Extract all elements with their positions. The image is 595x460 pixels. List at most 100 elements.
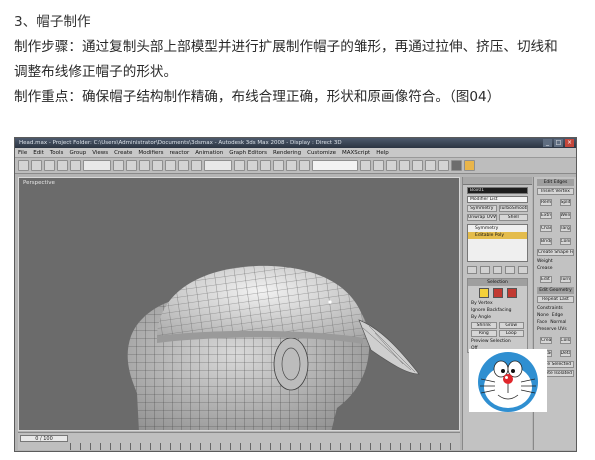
shell-button[interactable]: Shell — [498, 214, 528, 221]
constraint-face-radio[interactable]: Face — [534, 319, 547, 326]
spinner-snap-icon[interactable] — [299, 160, 310, 171]
menu-modifiers[interactable]: Modifiers — [135, 148, 166, 157]
crease-spinner[interactable]: Crease — [534, 265, 576, 272]
viewport-label[interactable]: Perspective — [23, 180, 55, 186]
time-slider[interactable]: 0 / 100 — [18, 432, 460, 450]
ring-button[interactable]: Ring — [471, 330, 497, 337]
menu-customize[interactable]: Customize — [304, 148, 339, 157]
create-shape-button[interactable]: Create Shape From Selection — [537, 249, 574, 256]
perspective-viewport[interactable]: Perspective — [18, 177, 460, 431]
ignore-backfacing-checkbox[interactable]: Ignore Backfacing — [468, 307, 527, 314]
window-crossing-icon[interactable] — [152, 160, 163, 171]
detach-button[interactable]: Detach — [559, 350, 571, 357]
close-button[interactable]: × — [565, 139, 574, 147]
link-icon[interactable] — [44, 160, 55, 171]
constraint-edge-radio[interactable]: Edge — [549, 312, 563, 319]
edit-tri-button[interactable]: Edit Tri. — [540, 276, 552, 283]
preserve-uvs-checkbox[interactable]: Preserve UVs — [534, 326, 576, 333]
edit-edges-rollout-title[interactable]: Edit Edges — [537, 179, 574, 186]
undo-icon[interactable] — [18, 160, 29, 171]
weight-spinner[interactable]: Weight — [534, 258, 576, 265]
target-weld-button[interactable]: Target Weld — [559, 225, 571, 232]
symmetry-button[interactable]: Symmetry — [467, 205, 497, 212]
select-by-name-icon[interactable] — [126, 160, 137, 171]
unlink-icon[interactable] — [57, 160, 68, 171]
align-icon[interactable] — [373, 160, 384, 171]
modifier-list-dropdown[interactable]: Modifier List — [467, 196, 528, 203]
create-button[interactable]: Create — [540, 337, 552, 344]
menu-views[interactable]: Views — [89, 148, 111, 157]
pin-stack-icon[interactable] — [467, 266, 477, 274]
chamfer-button[interactable]: Chamfer — [540, 225, 552, 232]
stack-item-symmetry[interactable]: Symmetry — [468, 225, 527, 232]
collapse-button[interactable]: Collapse — [559, 337, 571, 344]
minimize-button[interactable]: _ — [543, 139, 552, 147]
layer-manager-icon[interactable] — [386, 160, 397, 171]
material-editor-icon[interactable] — [425, 160, 436, 171]
menu-file[interactable]: File — [15, 148, 30, 157]
unwrap-uvw-button[interactable]: Unwrap UVW — [467, 214, 497, 221]
selection-region-icon[interactable] — [139, 160, 150, 171]
shrink-button[interactable]: Shrink — [471, 322, 497, 329]
menu-group[interactable]: Group — [66, 148, 89, 157]
selection-filter-dropdown[interactable] — [83, 160, 111, 171]
turbosmooth-button[interactable]: TurboSmooth — [498, 205, 528, 212]
snap-toggle-icon[interactable] — [260, 160, 271, 171]
grow-button[interactable]: Grow — [498, 322, 524, 329]
manipulate-icon[interactable] — [247, 160, 258, 171]
insert-vertex-button[interactable]: Insert Vertex — [537, 188, 574, 195]
render-setup-icon[interactable] — [438, 160, 449, 171]
stack-item-editable-poly[interactable]: Editable Poly — [468, 232, 527, 239]
connect-button[interactable]: Connect — [559, 238, 571, 245]
menu-animation[interactable]: Animation — [192, 148, 226, 157]
command-panel-tabs[interactable] — [463, 177, 532, 185]
percent-snap-icon[interactable] — [286, 160, 297, 171]
remove-modifier-icon[interactable] — [505, 266, 516, 274]
selection-rollout-title[interactable]: Selection — [468, 279, 527, 286]
by-angle-checkbox[interactable]: By Angle — [468, 314, 527, 321]
turn-button[interactable]: Turn — [559, 276, 571, 283]
move-icon[interactable] — [165, 160, 176, 171]
schematic-view-icon[interactable] — [412, 160, 423, 171]
time-slider-thumb[interactable]: 0 / 100 — [20, 435, 68, 442]
modifier-stack[interactable]: Symmetry Editable Poly — [467, 224, 528, 262]
make-unique-icon[interactable] — [492, 266, 503, 274]
weld-button[interactable]: Weld — [559, 212, 571, 219]
menu-maxscript[interactable]: MAXScript — [339, 148, 373, 157]
named-selection-set-field[interactable] — [312, 160, 358, 171]
quick-render-icon[interactable] — [464, 160, 475, 171]
reference-coordinate-dropdown[interactable] — [204, 160, 232, 171]
menu-reactor[interactable]: reactor — [167, 148, 193, 157]
redo-icon[interactable] — [31, 160, 42, 171]
constraint-normal-radio[interactable]: Normal — [547, 319, 566, 326]
object-name-field[interactable]: Box01 — [467, 187, 528, 194]
split-button[interactable]: Split — [559, 199, 571, 206]
menu-help[interactable]: Help — [373, 148, 392, 157]
configure-sets-icon[interactable] — [518, 266, 528, 274]
mirror-icon[interactable] — [360, 160, 371, 171]
loop-button[interactable]: Loop — [498, 330, 524, 337]
extrude-button[interactable]: Extrude — [540, 212, 552, 219]
edge-mode-icon[interactable] — [478, 288, 489, 298]
scale-icon[interactable] — [191, 160, 202, 171]
menu-rendering[interactable]: Rendering — [270, 148, 304, 157]
angle-snap-icon[interactable] — [273, 160, 284, 171]
repeat-last-button[interactable]: Repeat Last — [537, 296, 574, 303]
render-frame-icon[interactable] — [451, 160, 462, 171]
constraint-none-radio[interactable]: None — [534, 312, 549, 319]
menu-graph-editors[interactable]: Graph Editors — [226, 148, 270, 157]
bridge-button[interactable]: Bridge — [540, 238, 552, 245]
select-object-icon[interactable] — [113, 160, 124, 171]
rotate-icon[interactable] — [178, 160, 189, 171]
curve-editor-icon[interactable] — [399, 160, 410, 171]
track-bar[interactable] — [70, 443, 456, 450]
menu-create[interactable]: Create — [111, 148, 135, 157]
show-end-result-icon[interactable] — [479, 266, 490, 274]
element-mode-icon[interactable] — [506, 288, 517, 298]
maximize-button[interactable]: □ — [554, 139, 563, 147]
edit-geometry-rollout-title[interactable]: Edit Geometry — [537, 287, 574, 294]
menu-edit[interactable]: Edit — [30, 148, 47, 157]
menu-tools[interactable]: Tools — [47, 148, 67, 157]
bind-space-warp-icon[interactable] — [70, 160, 81, 171]
pivot-center-icon[interactable] — [234, 160, 245, 171]
